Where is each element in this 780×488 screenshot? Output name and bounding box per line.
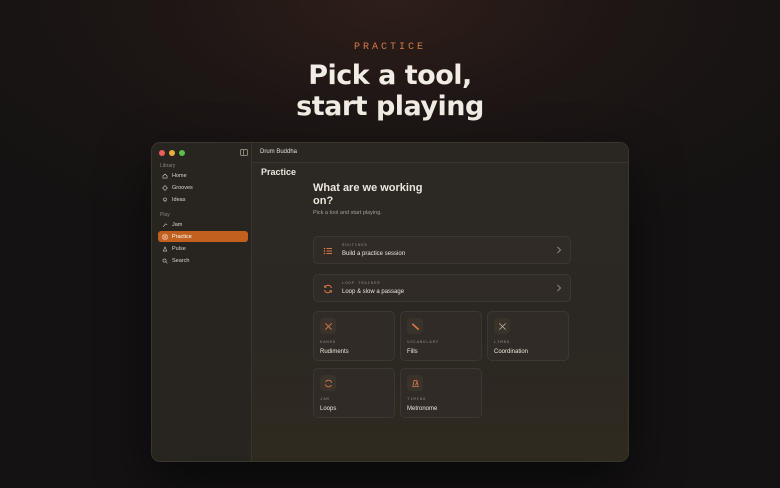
loop-icon	[323, 284, 333, 294]
close-window-button[interactable]	[159, 150, 165, 156]
sidebar-item-label: Grooves	[172, 184, 193, 191]
page-title: Practice	[261, 167, 297, 177]
hero-headline: Pick a tool, start playing	[0, 60, 780, 122]
pulse-icon	[162, 245, 168, 251]
card-tag: ROUTINES	[342, 244, 368, 248]
sidebar-item-label: Pulse	[172, 245, 186, 252]
headline-line-2: start playing	[296, 91, 484, 122]
tile-title: Fills	[407, 349, 418, 355]
tile-tag: VOCABULARY	[407, 341, 440, 345]
tile-icon-box	[407, 318, 423, 334]
app-window: Library Home Grooves Ideas Play Jam Prac…	[151, 142, 629, 462]
prompt-subtitle: Pick a tool and start playing.	[313, 210, 382, 216]
sidebar-item-ideas[interactable]: Ideas	[158, 194, 248, 205]
hero-eyebrow: PRACTICE	[353, 42, 426, 53]
tile-icon-box	[494, 318, 510, 334]
sidebar: Library Home Grooves Ideas Play Jam Prac…	[152, 143, 252, 461]
chevron-right-icon	[557, 246, 562, 254]
loop-trainer-card[interactable]: LOOP TRAINER Loop & slow a passage	[313, 274, 571, 302]
tile-icon-box	[407, 375, 423, 391]
tile-tag: JAM	[320, 398, 330, 402]
card-tag: LOOP TRAINER	[342, 282, 381, 286]
sticks-icon	[324, 322, 332, 330]
sidebar-section-play: Play	[160, 212, 170, 218]
tile-metronome[interactable]: TIMING Metronome	[400, 368, 482, 418]
sidebar-toggle-icon[interactable]	[240, 149, 248, 156]
tile-title: Rudiments	[320, 349, 349, 355]
stick-icon	[411, 322, 419, 330]
maximize-window-button[interactable]	[179, 150, 185, 156]
jam-icon	[162, 223, 168, 227]
tile-fills[interactable]: VOCABULARY Fills	[400, 311, 482, 361]
practice-icon	[162, 234, 168, 239]
sidebar-item-label: Practice	[172, 233, 192, 240]
tile-title: Metronome	[407, 406, 438, 412]
sidebar-section-library: Library	[160, 163, 176, 169]
headline-line-1: Pick a tool,	[308, 60, 472, 91]
sidebar-item-label: Ideas	[172, 196, 186, 203]
cross-icon	[498, 322, 506, 330]
sidebar-item-grooves[interactable]: Grooves	[158, 182, 248, 193]
grooves-icon	[162, 184, 168, 191]
tile-loops[interactable]: JAM Loops	[313, 368, 395, 418]
tile-tag: TIMING	[407, 398, 427, 402]
chevron-right-icon	[557, 284, 562, 292]
main-content: Drum Buddha Practice What are we working…	[252, 143, 628, 461]
card-title: Build a practice session	[342, 251, 406, 257]
search-icon	[162, 258, 168, 263]
tile-tag: HANDS	[320, 341, 337, 345]
tile-icon-box	[320, 375, 336, 391]
tile-title: Loops	[320, 406, 337, 412]
tile-title: Coordination	[494, 349, 529, 355]
metronome-icon	[411, 379, 419, 387]
ideas-icon	[163, 197, 167, 202]
sidebar-item-pulse[interactable]: Pulse	[158, 243, 248, 254]
sidebar-item-label: Home	[172, 172, 187, 179]
home-icon	[162, 173, 168, 178]
title-bar: Drum Buddha	[252, 143, 628, 163]
tile-coordination[interactable]: LIMBS Coordination	[487, 311, 569, 361]
tile-icon-box	[320, 318, 336, 334]
prompt-heading: What are we working on?	[313, 182, 423, 207]
minimize-window-button[interactable]	[169, 150, 175, 156]
routines-card[interactable]: ROUTINES Build a practice session	[313, 236, 571, 264]
sidebar-item-jam[interactable]: Jam	[158, 219, 248, 230]
sidebar-item-label: Search	[172, 257, 190, 264]
card-title: Loop & slow a passage	[342, 289, 405, 295]
sidebar-item-label: Jam	[172, 221, 183, 228]
app-title: Drum Buddha	[260, 149, 298, 155]
sidebar-item-search[interactable]: Search	[158, 255, 248, 266]
routines-icon	[323, 247, 332, 255]
loop-icon	[324, 379, 332, 387]
tile-tag: LIMBS	[494, 341, 511, 345]
sidebar-item-home[interactable]: Home	[158, 170, 248, 181]
window-controls	[159, 150, 185, 156]
sidebar-item-practice[interactable]: Practice	[158, 231, 248, 242]
tile-rudiments[interactable]: HANDS Rudiments	[313, 311, 395, 361]
